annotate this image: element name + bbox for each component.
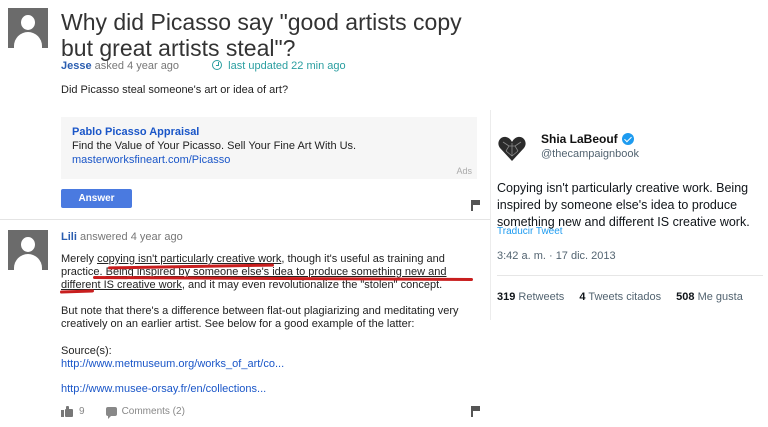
answer-paragraph-1: Merely copying isn't particularly creati…	[61, 253, 447, 291]
comments-link[interactable]: Comments (2)	[122, 406, 185, 417]
answer-footer: 9 Comments (2)	[61, 406, 185, 419]
likes-stat[interactable]: 508 Me gusta	[676, 291, 743, 303]
asked-time: asked 4 year ago	[94, 60, 180, 72]
asker-avatar-icon[interactable]	[8, 8, 48, 48]
thumbs-up-icon[interactable]	[61, 406, 73, 417]
last-updated-link[interactable]: last updated 22 min ago	[228, 60, 345, 72]
tweet-text: Copying isn't particularly creative work…	[497, 181, 750, 229]
answered-time: answered 4 year ago	[79, 231, 183, 243]
flag-icon[interactable]	[471, 200, 480, 211]
verified-badge-icon	[621, 133, 634, 145]
source-link-1[interactable]: http://www.metmuseum.org/works_of_art/co…	[61, 358, 477, 371]
divider	[0, 219, 490, 220]
question-title: Why did Picasso say "good artists copy b…	[61, 9, 462, 61]
tweet-handle[interactable]: @thecampaignbook	[541, 148, 639, 160]
tweet-author-name[interactable]: Shia LaBeouf	[541, 132, 634, 146]
qa-panel: Why did Picasso say "good artists copy b…	[0, 0, 490, 427]
asker-name-link[interactable]: Jesse	[61, 60, 92, 72]
ad-box[interactable]: Pablo Picasso Appraisal Find the Value o…	[61, 117, 477, 179]
source-link-2[interactable]: http://www.musee-orsay.fr/en/collections…	[61, 383, 477, 396]
comment-icon[interactable]	[105, 407, 117, 419]
answerer-avatar-icon[interactable]	[8, 230, 48, 270]
question-meta: Jesse asked 4 year ago last updated 22 m…	[61, 59, 346, 72]
ad-title-link[interactable]: Pablo Picasso Appraisal	[72, 126, 199, 138]
tweet-divider	[497, 275, 763, 276]
flag-icon[interactable]	[471, 406, 480, 417]
ad-text: Find the Value of Your Picasso. Sell You…	[72, 140, 357, 152]
quote-tweets-stat[interactable]: 4 Tweets citados	[579, 291, 661, 303]
ad-url-link[interactable]: masterworksfineart.com/Picasso	[72, 154, 230, 166]
tweet-stats: 319 Retweets 4 Tweets citados 508 Me gus…	[497, 291, 755, 303]
tweet-timestamp[interactable]: 3:42 a. m. · 17 dic. 2013	[497, 250, 616, 262]
translate-tweet-link[interactable]: Traducir Tweet	[497, 226, 563, 237]
answer-paragraph-2: But note that there's a difference betwe…	[61, 305, 459, 330]
retweets-stat[interactable]: 319 Retweets	[497, 291, 564, 303]
clock-icon	[212, 60, 223, 70]
heart-logo-avatar[interactable]	[497, 134, 527, 164]
answerer-name-link[interactable]: Lili	[61, 231, 77, 243]
question-body: Did Picasso steal someone's art or idea …	[61, 84, 289, 96]
tweet-card[interactable]: Shia LaBeouf @thecampaignbook Copying is…	[490, 110, 768, 320]
sources-label: Source(s):	[61, 345, 112, 357]
red-underline-3	[59, 289, 95, 294]
answer-meta: Lili answered 4 year ago	[61, 231, 183, 243]
ad-label: Ads	[456, 166, 472, 176]
like-count: 9	[79, 406, 85, 417]
answer-button[interactable]: Answer	[61, 189, 132, 208]
